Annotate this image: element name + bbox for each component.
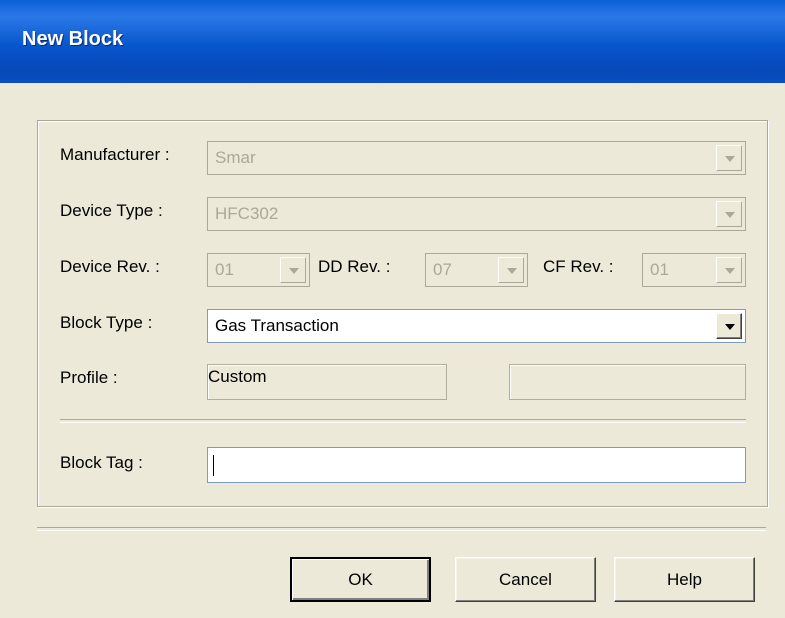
cf-rev-dropdown-button — [716, 257, 742, 283]
profile-label: Profile : — [60, 368, 118, 387]
text-caret — [213, 455, 214, 476]
chevron-down-icon — [725, 156, 735, 162]
device-rev-select: 01 — [207, 253, 310, 287]
block-tag-input[interactable] — [207, 447, 746, 483]
device-rev-value: 01 — [215, 260, 234, 279]
dd-rev-label: DD Rev. : — [318, 257, 391, 276]
device-type-value: HFC302 — [215, 204, 279, 223]
help-button[interactable]: Help — [614, 557, 755, 602]
dd-rev-value: 07 — [433, 260, 452, 279]
device-type-label: Device Type : — [60, 201, 163, 220]
profile-secondary-box — [509, 364, 746, 400]
chevron-down-icon — [725, 268, 735, 274]
block-type-value: Gas Transaction — [215, 316, 339, 335]
block-type-select[interactable]: Gas Transaction — [207, 309, 746, 343]
device-rev-dropdown-button — [280, 257, 306, 283]
chevron-down-icon — [507, 268, 517, 274]
window-title: New Block — [22, 28, 124, 50]
dd-rev-select: 07 — [425, 253, 528, 287]
cf-rev-select: 01 — [642, 253, 746, 287]
group-separator — [60, 419, 746, 423]
cf-rev-label: CF Rev. : — [543, 257, 614, 276]
device-type-dropdown-button — [716, 201, 742, 227]
ok-button[interactable]: OK — [290, 557, 431, 602]
device-type-select: HFC302 — [207, 197, 746, 231]
manufacturer-select: Smar — [207, 141, 746, 175]
block-type-label: Block Type : — [60, 313, 153, 332]
profile-value-box: Custom — [207, 364, 447, 400]
title-bar[interactable]: New Block — [0, 0, 785, 83]
manufacturer-label: Manufacturer : — [60, 145, 170, 164]
manufacturer-dropdown-button — [716, 145, 742, 171]
chevron-down-icon — [725, 212, 735, 218]
cancel-button[interactable]: Cancel — [455, 557, 596, 602]
chevron-down-icon — [725, 324, 735, 330]
block-type-dropdown-button[interactable] — [716, 313, 742, 339]
device-rev-label: Device Rev. : — [60, 257, 160, 276]
cf-rev-value: 01 — [650, 260, 669, 279]
dd-rev-dropdown-button — [498, 257, 524, 283]
block-tag-label: Block Tag : — [60, 453, 143, 472]
manufacturer-value: Smar — [215, 148, 256, 167]
button-separator — [37, 527, 766, 531]
profile-value: Custom — [208, 367, 267, 386]
new-block-dialog: New Block Manufacturer : Smar Device Typ… — [0, 0, 785, 618]
chevron-down-icon — [289, 268, 299, 274]
